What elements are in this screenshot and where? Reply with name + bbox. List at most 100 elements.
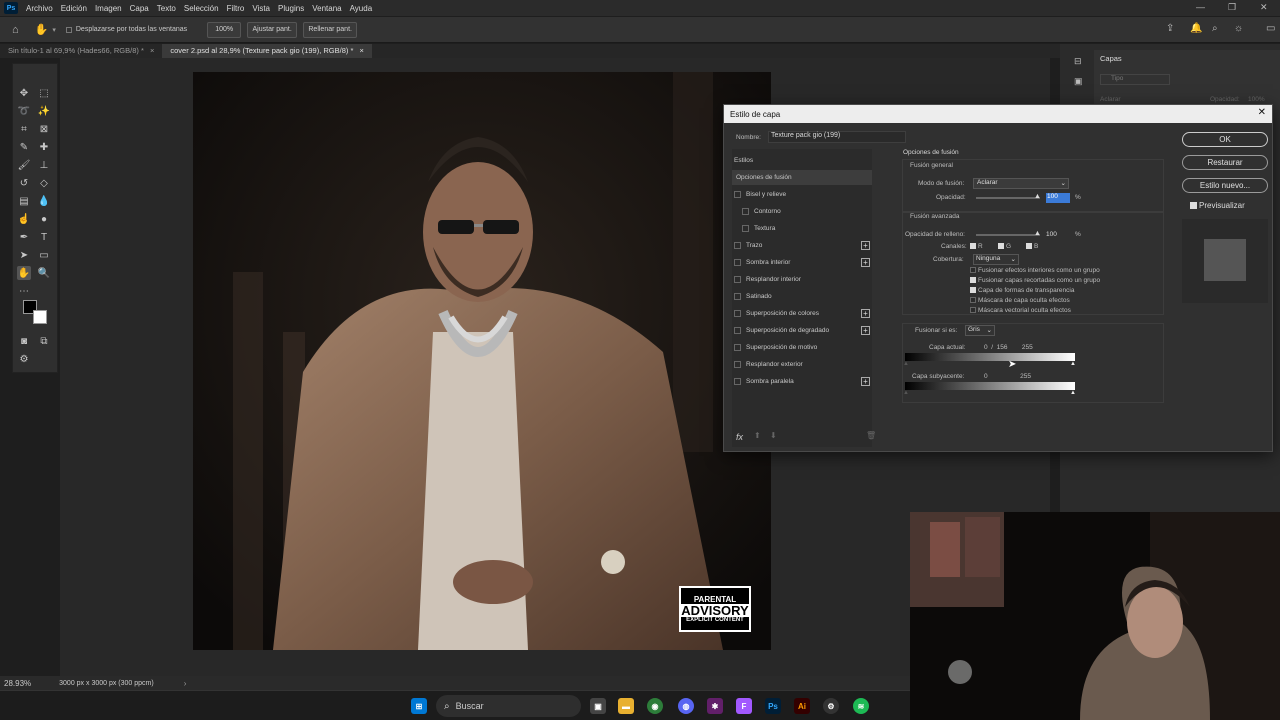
background-color-swatch[interactable]: [33, 310, 47, 324]
eraser-icon[interactable]: ◇: [37, 176, 51, 190]
screen-mode-icon[interactable]: ⧉: [37, 334, 51, 348]
stamp-tool-icon[interactable]: ⊥: [37, 158, 51, 172]
style-outer-glow[interactable]: Resplandor exterior: [734, 357, 872, 372]
style-checkbox[interactable]: [734, 361, 741, 368]
channel-g[interactable]: G: [998, 243, 1011, 250]
channel-r[interactable]: R: [970, 243, 983, 250]
healing-brush-icon[interactable]: ✚: [37, 140, 51, 154]
tab-close-icon[interactable]: ×: [150, 46, 154, 55]
move-up-icon[interactable]: ⬆: [754, 431, 761, 440]
chrome-icon[interactable]: ◉: [647, 698, 663, 714]
style-gradient-overlay[interactable]: Superposición de degradado +: [734, 323, 872, 338]
fit-screen-button[interactable]: Ajustar pant.: [247, 21, 298, 38]
opacity-slider[interactable]: [976, 197, 1040, 199]
blend-mode-select[interactable]: Aclarar ⌄: [973, 178, 1069, 189]
zoom-tool-icon[interactable]: 🔍: [37, 266, 51, 280]
menu-capa[interactable]: Capa: [126, 4, 153, 13]
option-interior-effects[interactable]: Fusionar efectos interiores como un grup…: [970, 267, 1100, 274]
pen-tool-icon[interactable]: ✒: [17, 230, 31, 244]
eyedropper-icon[interactable]: ✎: [17, 140, 31, 154]
photoshop-taskbar-icon[interactable]: Ps: [765, 698, 781, 714]
share-icon[interactable]: ⇪: [1166, 23, 1174, 34]
style-checkbox[interactable]: [734, 259, 741, 266]
trash-icon[interactable]: 🗑: [866, 431, 876, 440]
restore-icon[interactable]: ❐: [1228, 2, 1236, 13]
this-layer-gradient-slider[interactable]: [905, 353, 1075, 361]
style-checkbox[interactable]: [734, 344, 741, 351]
menu-imagen[interactable]: Imagen: [91, 4, 126, 13]
scroll-all-checkbox[interactable]: [65, 26, 72, 33]
type-tool-icon[interactable]: T: [37, 230, 51, 244]
menu-plugins[interactable]: Plugins: [274, 4, 308, 13]
marquee-tool-icon[interactable]: ⬚: [37, 86, 51, 100]
zoom-level[interactable]: 28.93%: [4, 679, 31, 688]
path-selection-icon[interactable]: ➤: [17, 248, 31, 262]
menu-edicion[interactable]: Edición: [57, 4, 91, 13]
menu-archivo[interactable]: Archivo: [22, 4, 57, 13]
add-inner-shadow-icon[interactable]: +: [861, 258, 870, 267]
lightbulb-icon[interactable]: ☼: [1234, 23, 1243, 34]
style-contour[interactable]: Contorno: [734, 204, 872, 219]
layer-name-field[interactable]: Texture pack gio (199): [768, 131, 906, 143]
style-texture[interactable]: Textura: [734, 221, 872, 236]
move-tool-icon[interactable]: ✥: [17, 86, 31, 100]
opacity-input[interactable]: 100: [1046, 193, 1070, 203]
search-icon[interactable]: ⌕: [1212, 23, 1218, 34]
blend-if-select[interactable]: Gris ⌄: [965, 325, 995, 336]
workspace-icon[interactable]: ▭: [1266, 23, 1275, 34]
quick-mask-icon[interactable]: ◙: [17, 334, 31, 348]
style-checkbox[interactable]: [734, 293, 741, 300]
style-satin[interactable]: Satinado: [734, 289, 872, 304]
menu-seleccion[interactable]: Selección: [180, 4, 223, 13]
edit-toolbar-icon[interactable]: ⚙: [17, 352, 31, 366]
fx-icon[interactable]: fx: [736, 432, 743, 442]
checkbox-checked[interactable]: [970, 277, 976, 284]
reset-button[interactable]: Restaurar: [1182, 155, 1268, 170]
style-checkbox[interactable]: [734, 191, 741, 198]
menu-ventana[interactable]: Ventana: [308, 4, 345, 13]
style-checkbox[interactable]: [734, 327, 741, 334]
illustrator-taskbar-icon[interactable]: Ai: [794, 698, 810, 714]
tab-untitled[interactable]: Sin título-1 al 69,9% (Hades66, RGB/8) *…: [0, 44, 162, 58]
option-clipped-layers[interactable]: Fusionar capas recortadas como un grupo: [970, 277, 1100, 284]
dodge-tool-icon[interactable]: ●: [37, 212, 51, 226]
home-icon[interactable]: ⌂: [12, 24, 19, 36]
menu-filtro[interactable]: Filtro: [223, 4, 249, 13]
preview-checkbox[interactable]: Previsualizar: [1190, 201, 1245, 210]
zoom-100-button[interactable]: 100%: [207, 21, 242, 38]
style-blending-options[interactable]: Opciones de fusión: [732, 170, 872, 185]
hand-tool-icon[interactable]: ✋: [35, 23, 49, 36]
style-color-overlay[interactable]: Superposición de colores +: [734, 306, 872, 321]
style-checkbox[interactable]: [734, 310, 741, 317]
fill-opacity-value[interactable]: 100: [1046, 231, 1057, 238]
file-explorer-icon[interactable]: ▬: [618, 698, 634, 714]
layer-opacity-value[interactable]: 100%: [1248, 96, 1265, 103]
fill-screen-button[interactable]: Rellenar pant.: [303, 21, 358, 38]
this-layer-white-handle[interactable]: ▲: [1070, 361, 1076, 367]
checkbox-checked[interactable]: [1026, 243, 1032, 250]
close-icon[interactable]: ✕: [1258, 107, 1266, 118]
brush-tool-icon[interactable]: 🖌: [17, 158, 31, 172]
add-stroke-icon[interactable]: +: [861, 241, 870, 250]
style-stroke[interactable]: Trazo +: [734, 238, 872, 253]
add-gradient-overlay-icon[interactable]: +: [861, 326, 870, 335]
more-tools-icon[interactable]: ⋯: [17, 284, 31, 298]
style-drop-shadow[interactable]: Sombra paralela +: [734, 374, 872, 389]
adjustments-icon[interactable]: ⊟: [1074, 56, 1082, 67]
this-layer-black-handle[interactable]: ▲: [903, 361, 909, 367]
style-checkbox[interactable]: [734, 242, 741, 249]
bell-icon[interactable]: 🔔: [1190, 23, 1202, 34]
frame-tool-icon[interactable]: ⊠: [37, 122, 51, 136]
minimize-icon[interactable]: —: [1196, 2, 1205, 12]
menu-texto[interactable]: Texto: [153, 4, 180, 13]
style-checkbox[interactable]: [742, 225, 749, 232]
checkbox-unchecked[interactable]: [970, 267, 976, 274]
checkbox-checked[interactable]: [1190, 202, 1197, 210]
style-pattern-overlay[interactable]: Superposición de motivo: [734, 340, 872, 355]
knockout-select[interactable]: Ninguna ⌄: [973, 254, 1019, 265]
discord-icon[interactable]: ◍: [678, 698, 694, 714]
fill-opacity-slider[interactable]: [976, 234, 1040, 236]
style-inner-shadow[interactable]: Sombra interior +: [734, 255, 872, 270]
close-window-icon[interactable]: ✕: [1260, 2, 1268, 13]
layer-blend-mode[interactable]: Aclarar: [1100, 96, 1121, 103]
